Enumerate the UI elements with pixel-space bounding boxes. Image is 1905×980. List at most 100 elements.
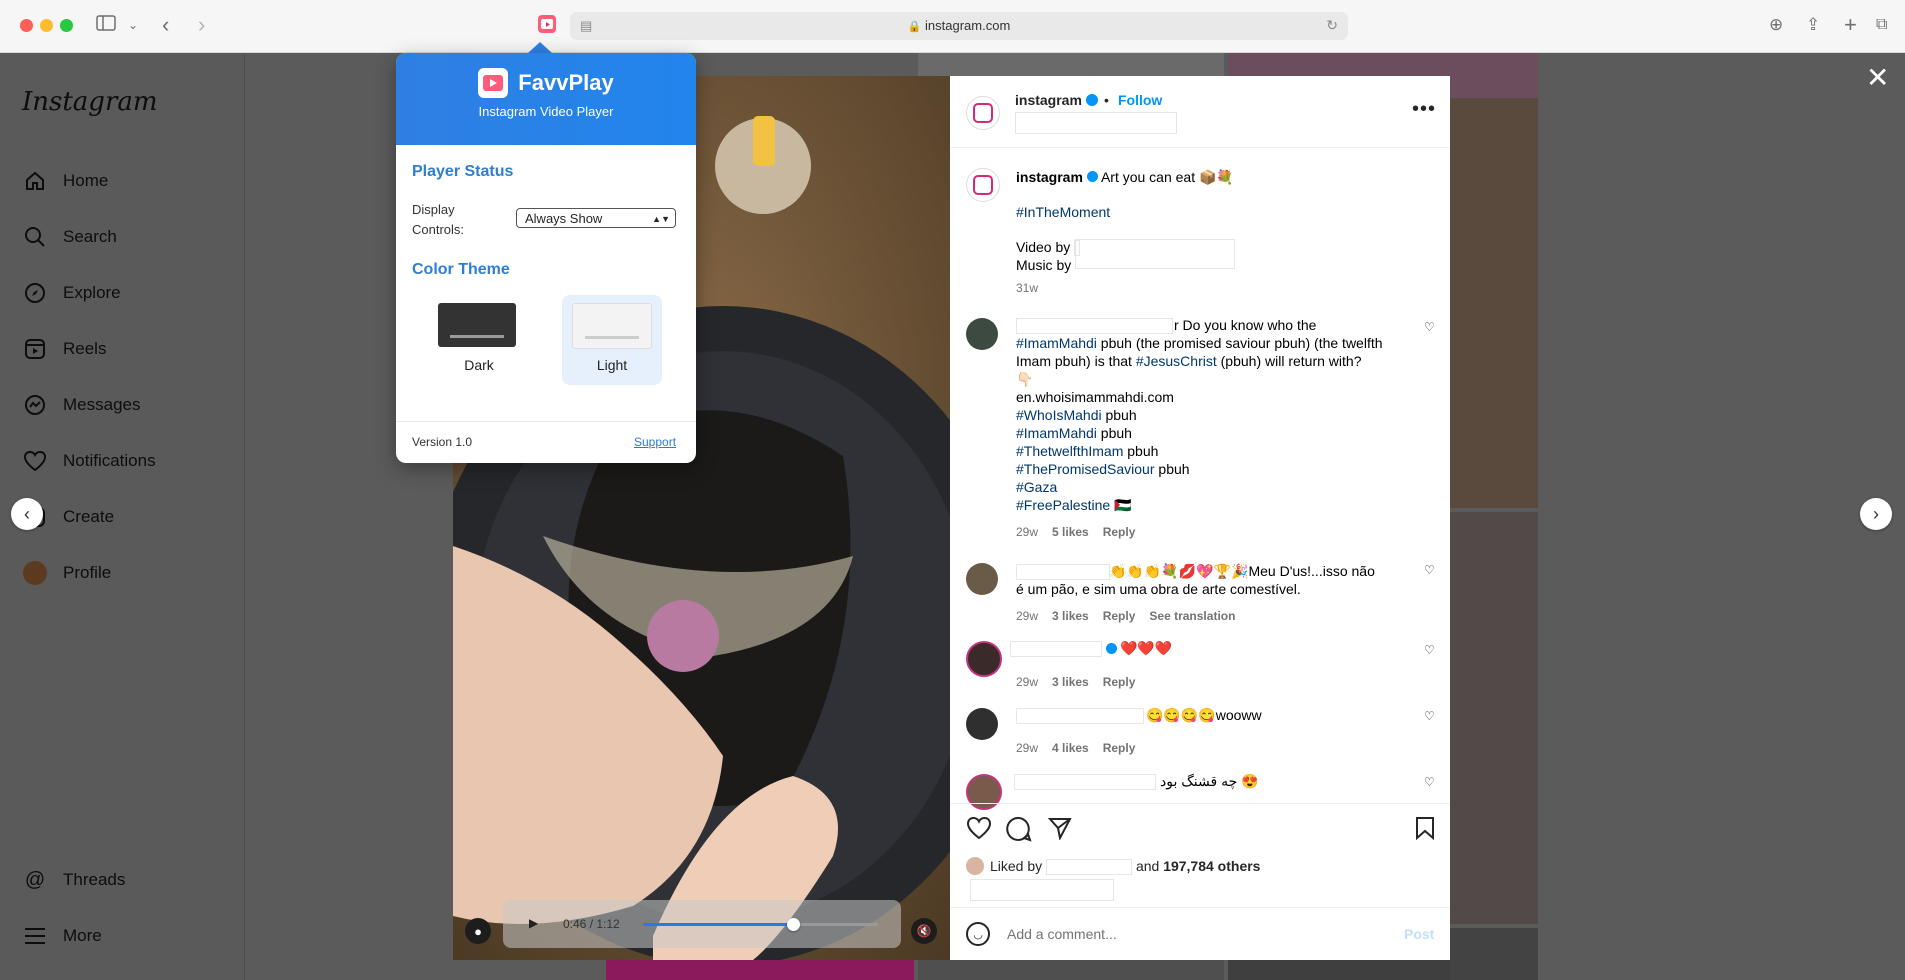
like-icon[interactable] bbox=[966, 816, 992, 845]
caption-username[interactable]: instagram bbox=[1016, 169, 1083, 185]
avatar[interactable] bbox=[966, 774, 1002, 810]
comment-likes[interactable]: 4 likes bbox=[1052, 741, 1089, 755]
reels-icon bbox=[22, 336, 48, 362]
reply-button[interactable]: Reply bbox=[1103, 675, 1136, 689]
emoji-icon[interactable]: ◡ bbox=[966, 922, 990, 946]
back-button[interactable]: ‹ bbox=[162, 14, 169, 36]
likes-count[interactable]: 197,784 others bbox=[1163, 858, 1260, 874]
caption-text: Art you can eat 📦💐 bbox=[1100, 169, 1234, 185]
grid-thumbnail[interactable] bbox=[1450, 512, 1538, 924]
search-icon bbox=[22, 224, 48, 250]
mute-icon[interactable]: 🔇 bbox=[911, 918, 937, 944]
avatar[interactable] bbox=[966, 563, 998, 595]
hashtag-link[interactable]: #Gaza bbox=[1016, 479, 1057, 495]
like-comment-icon[interactable]: ♡ bbox=[1424, 563, 1435, 577]
grid-thumbnail[interactable] bbox=[918, 53, 1224, 76]
support-link[interactable]: Support bbox=[634, 435, 676, 449]
comment-likes[interactable]: 3 likes bbox=[1052, 675, 1089, 689]
downloads-icon[interactable]: ⊕ bbox=[1769, 14, 1783, 36]
sidebar-item-more[interactable]: More bbox=[22, 921, 102, 951]
sidebar-item-threads[interactable]: @ Threads bbox=[22, 865, 126, 895]
hashtag-link[interactable]: #ThetwelfthImam bbox=[1016, 443, 1123, 459]
share-icon[interactable] bbox=[1047, 816, 1072, 845]
display-controls-select[interactable]: Always Show ▲▼ bbox=[516, 208, 676, 228]
hashtag-link[interactable]: #ImamMahdi bbox=[1016, 335, 1097, 351]
like-comment-icon[interactable]: ♡ bbox=[1424, 643, 1435, 657]
chevron-down-icon[interactable]: ⌄ bbox=[128, 14, 138, 36]
close-window-button[interactable] bbox=[20, 19, 33, 32]
comment-icon[interactable] bbox=[1006, 816, 1032, 847]
comment-likes[interactable]: 5 likes bbox=[1052, 525, 1089, 539]
next-post-button[interactable]: › bbox=[1860, 498, 1892, 530]
forward-button[interactable]: › bbox=[198, 14, 205, 36]
seek-handle[interactable] bbox=[787, 918, 801, 931]
comment-input[interactable]: Add a comment... bbox=[1007, 926, 1117, 942]
sidebar-item-messages[interactable]: Messages bbox=[22, 390, 140, 420]
url-text: 🔒 instagram.com bbox=[570, 18, 1348, 33]
reply-button[interactable]: Reply bbox=[1103, 609, 1136, 623]
seek-track[interactable] bbox=[643, 918, 878, 931]
bookmark-icon[interactable] bbox=[1414, 816, 1436, 845]
minimize-window-button[interactable] bbox=[40, 19, 53, 32]
sidebar-item-explore[interactable]: Explore bbox=[22, 278, 121, 308]
music-credit: Music by bbox=[1016, 239, 1406, 274]
favvplay-extension-icon[interactable] bbox=[538, 15, 556, 33]
hashtag-link[interactable]: #FreePalestine bbox=[1016, 497, 1110, 513]
hashtag-link[interactable]: #ImamMahdi bbox=[1016, 425, 1097, 441]
reload-icon[interactable]: ↻ bbox=[1326, 17, 1338, 34]
post-username[interactable]: instagram bbox=[1015, 92, 1082, 108]
address-bar[interactable]: ▤ 🔒 instagram.com ↻ bbox=[570, 12, 1348, 40]
redacted-field bbox=[1015, 112, 1177, 134]
avatar[interactable] bbox=[966, 641, 1002, 677]
play-icon[interactable]: ▶ bbox=[529, 916, 538, 930]
share-icon[interactable]: ⇪ bbox=[1806, 14, 1820, 36]
sidebar-item-notifications[interactable]: Notifications bbox=[22, 446, 156, 476]
sidebar-item-search[interactable]: Search bbox=[22, 222, 117, 252]
like-comment-icon[interactable]: ♡ bbox=[1424, 775, 1435, 789]
prev-post-button[interactable]: ‹ bbox=[11, 498, 43, 530]
grid-thumbnail[interactable] bbox=[918, 960, 1224, 980]
avatar[interactable] bbox=[966, 168, 1000, 202]
avatar[interactable] bbox=[966, 708, 998, 740]
follow-button[interactable]: Follow bbox=[1118, 92, 1162, 108]
grid-thumbnail[interactable] bbox=[1228, 960, 1450, 980]
theme-dark-option[interactable]: Dark bbox=[424, 295, 534, 377]
hashtag-link[interactable]: #ThePromisedSaviour bbox=[1016, 461, 1155, 477]
liked-by-and: and bbox=[1135, 858, 1160, 874]
zoom-window-button[interactable] bbox=[60, 19, 73, 32]
post-header: instagram • Follow ••• bbox=[950, 76, 1450, 148]
avatar[interactable] bbox=[966, 857, 984, 875]
like-comment-icon[interactable]: ♡ bbox=[1424, 320, 1435, 334]
new-tab-icon[interactable]: + bbox=[1844, 14, 1857, 36]
comment-time: 29w bbox=[1016, 675, 1039, 689]
avatar[interactable] bbox=[966, 318, 998, 350]
instagram-logo[interactable]: Instagram bbox=[22, 87, 158, 117]
theme-light-option[interactable]: Light bbox=[562, 295, 662, 385]
comment-likes[interactable]: 3 likes bbox=[1052, 609, 1089, 623]
user-tag-icon[interactable]: ● bbox=[465, 918, 491, 944]
reply-button[interactable]: Reply bbox=[1103, 741, 1136, 755]
sidebar-item-reels[interactable]: Reels bbox=[22, 334, 106, 364]
grid-thumbnail[interactable] bbox=[606, 960, 914, 980]
grid-thumbnail[interactable] bbox=[1450, 98, 1538, 508]
grid-thumbnail[interactable] bbox=[1450, 928, 1538, 980]
avatar[interactable] bbox=[966, 96, 1000, 130]
url-label: instagram.com bbox=[925, 18, 1011, 33]
sidebar-item-profile[interactable]: Profile bbox=[22, 558, 111, 588]
hashtag-link[interactable]: #JesusChrist bbox=[1136, 353, 1217, 369]
see-translation-button[interactable]: See translation bbox=[1149, 609, 1235, 623]
tab-overview-icon[interactable]: ⧉ bbox=[1876, 14, 1887, 36]
post-button[interactable]: Post bbox=[1404, 926, 1434, 942]
comment-segment: pbuh bbox=[1096, 425, 1132, 441]
reply-button[interactable]: Reply bbox=[1103, 525, 1136, 539]
compass-icon bbox=[22, 280, 48, 306]
verified-badge-icon bbox=[1086, 171, 1098, 182]
caption-hashtag[interactable]: #InTheMoment bbox=[1016, 203, 1406, 221]
close-modal-icon[interactable]: ✕ bbox=[1866, 64, 1889, 92]
hashtag-link[interactable]: #WhoIsMahdi bbox=[1016, 407, 1102, 423]
more-options-icon[interactable]: ••• bbox=[1412, 98, 1436, 121]
like-comment-icon[interactable]: ♡ bbox=[1424, 709, 1435, 723]
select-value: Always Show bbox=[525, 211, 603, 226]
sidebar-item-home[interactable]: Home bbox=[22, 166, 108, 196]
sidebar-toggle-icon[interactable] bbox=[96, 14, 116, 36]
